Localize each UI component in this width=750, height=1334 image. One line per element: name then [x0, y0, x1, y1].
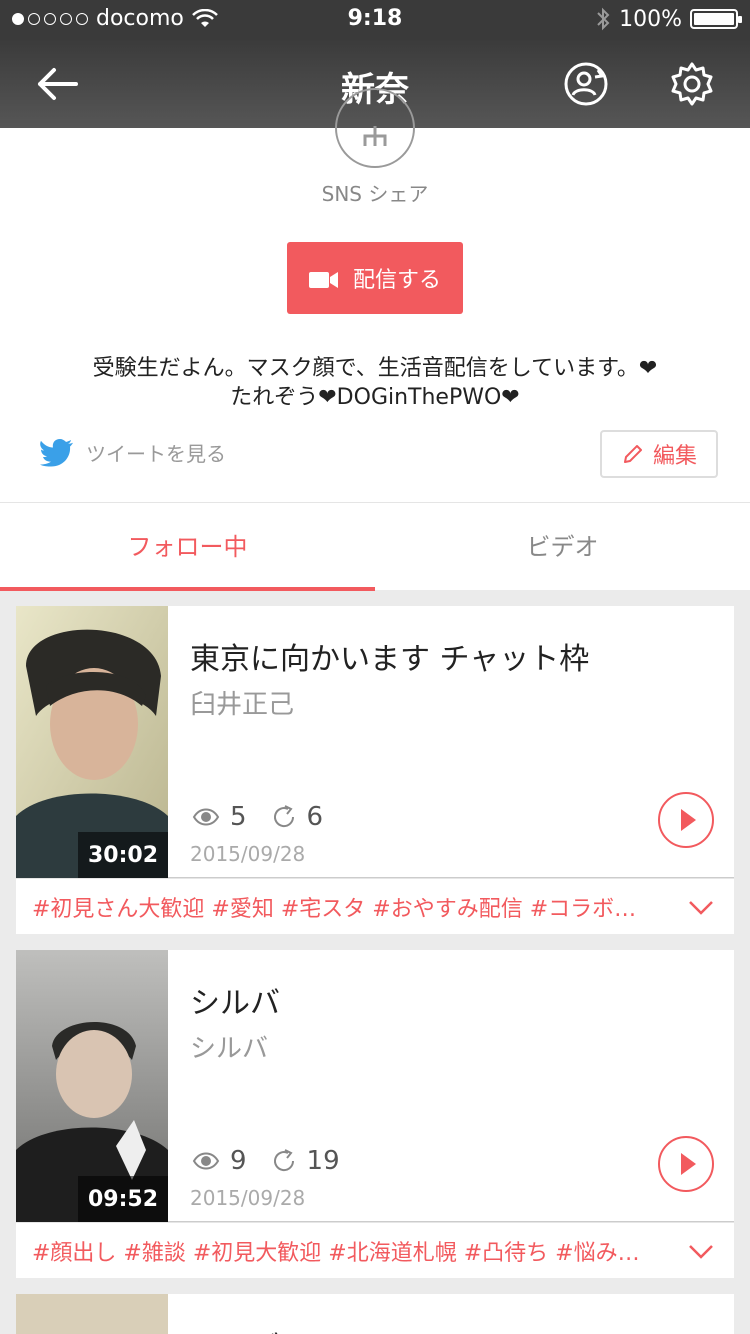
- tag-row[interactable]: #初見さん大歓迎 #愛知 #宅スタ #おやすみ配信 #コラボ…: [16, 878, 734, 934]
- broadcast-label: 配信する: [352, 268, 441, 293]
- video-card[interactable]: シルバ: [16, 1294, 734, 1334]
- video-stats: 9 19: [192, 1146, 340, 1176]
- profile-section: SNS シェア 配信する 受験生だよん。マスク顔で、生活音配信をしています。❤ …: [0, 88, 750, 502]
- view-count: 5: [230, 802, 247, 832]
- battery-icon: [690, 9, 742, 29]
- broadcast-button[interactable]: 配信する: [287, 242, 463, 314]
- video-card[interactable]: 30:02 東京に向かいます チャット枠 臼井正己 5 6 2015/09/28…: [16, 606, 734, 934]
- bluetooth-icon: [597, 7, 610, 31]
- status-bar: docomo 9:18 100%: [0, 0, 750, 40]
- tweet-link-label: ツイートを見る: [86, 442, 226, 466]
- play-button[interactable]: [658, 1136, 714, 1192]
- replay-icon: [273, 1149, 294, 1172]
- twitter-bird-icon: [40, 438, 73, 467]
- video-title: シルバ: [190, 986, 280, 1021]
- play-icon: [681, 809, 696, 831]
- bio-line-1: 受験生だよん。マスク顔で、生活音配信をしています。❤: [92, 356, 658, 381]
- tab-bar: フォロー中 ビデオ: [0, 502, 750, 591]
- profile-bio: 受験生だよん。マスク顔で、生活音配信をしています。❤ たれぞう❤DOGinThe…: [0, 354, 750, 412]
- share-label: SNS シェア: [321, 182, 429, 206]
- share-icon: [363, 126, 387, 146]
- video-date: 2015/09/28: [190, 842, 306, 866]
- tab-following[interactable]: フォロー中: [0, 503, 375, 591]
- tag-row[interactable]: #顔出し #雑談 #初見大歓迎 #北海道札幌 #凸待ち #悩み…: [16, 1222, 734, 1278]
- tab-videos[interactable]: ビデオ: [375, 503, 750, 591]
- replay-count: 19: [306, 1146, 340, 1176]
- video-user: 臼井正己: [190, 690, 295, 720]
- status-right: 100%: [595, 6, 742, 32]
- view-count: 9: [230, 1146, 247, 1176]
- play-button[interactable]: [658, 792, 714, 848]
- user-refresh-icon[interactable]: [562, 60, 610, 108]
- replay-count: 6: [306, 802, 324, 832]
- battery-percent: 100%: [619, 6, 682, 32]
- video-thumbnail[interactable]: 09:52: [16, 950, 168, 1222]
- video-date: 2015/09/28: [190, 1186, 306, 1210]
- play-icon: [681, 1153, 696, 1175]
- video-thumbnail[interactable]: 30:02: [16, 606, 168, 878]
- video-card[interactable]: 09:52 シルバ シルバ 9 19 2015/09/28 #顔出し #雑談 #…: [16, 950, 734, 1278]
- eye-icon: [192, 808, 220, 826]
- replay-icon: [273, 805, 294, 828]
- edit-label: 編集: [652, 444, 697, 469]
- share-button[interactable]: [335, 88, 415, 168]
- video-duration: 30:02: [78, 832, 168, 878]
- chevron-down-icon[interactable]: [688, 1239, 714, 1263]
- edit-button[interactable]: 編集: [600, 430, 718, 478]
- tweet-link[interactable]: ツイートを見る: [40, 438, 226, 467]
- video-stats: 5 6: [192, 802, 323, 832]
- video-camera-icon: [308, 272, 338, 288]
- video-duration: 09:52: [78, 1176, 168, 1222]
- pencil-icon: [623, 445, 642, 463]
- tag-list: #初見さん大歓迎 #愛知 #宅スタ #おやすみ配信 #コラボ…: [32, 897, 637, 922]
- video-user: シルバ: [190, 1034, 269, 1064]
- video-title: 東京に向かいます チャット枠: [190, 642, 590, 677]
- video-title: シルバ: [190, 1322, 280, 1334]
- video-thumbnail[interactable]: [16, 1294, 168, 1334]
- tag-list: #顔出し #雑談 #初見大歓迎 #北海道札幌 #凸待ち #悩み…: [32, 1241, 640, 1266]
- chevron-down-icon[interactable]: [688, 895, 714, 919]
- eye-icon: [192, 1152, 220, 1170]
- gear-icon[interactable]: [668, 60, 716, 108]
- bio-line-2: たれぞう❤DOGinThePWO❤: [230, 385, 520, 410]
